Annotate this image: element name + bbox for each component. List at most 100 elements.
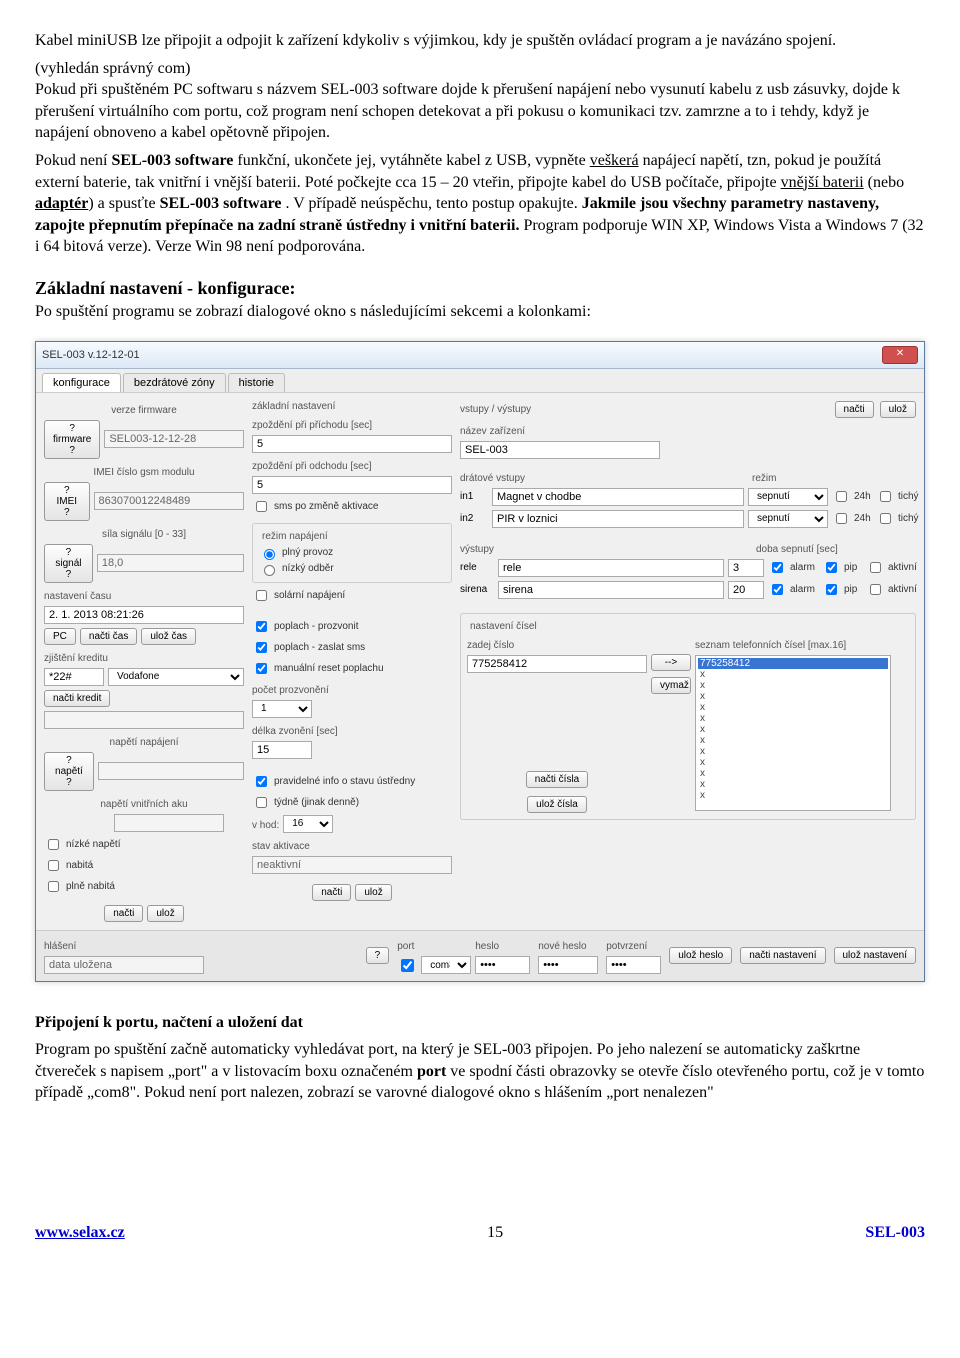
sirena-active-checkbox[interactable]: aktivní (866, 581, 916, 598)
col3-save-button[interactable]: ulož (880, 401, 916, 418)
signal-label: síla signálu [0 - 33] (44, 529, 244, 540)
sirena-field[interactable] (498, 581, 724, 599)
port-select[interactable]: com8 (421, 956, 471, 974)
weekly-checkbox[interactable]: týdně (jinak denně) (252, 794, 452, 811)
hlaseni-label: hlášení (44, 941, 204, 952)
mode-label: režim (752, 473, 832, 484)
add-number-button[interactable]: --> (651, 654, 691, 671)
hour-select[interactable]: 16 (283, 815, 333, 833)
fully-charged-checkbox[interactable]: plně nabitá (44, 878, 244, 895)
in1-mode-select[interactable]: sepnutí (748, 488, 828, 506)
save-password-button[interactable]: ulož heslo (669, 947, 732, 964)
confirm-field[interactable] (606, 956, 661, 974)
read-time-button[interactable]: načti čas (80, 628, 137, 645)
arrival-delay-field[interactable] (252, 435, 452, 453)
charged-checkbox[interactable]: nabitá (44, 857, 244, 874)
rele-field[interactable] (498, 559, 724, 577)
voltage-field (98, 762, 244, 780)
tab-historie[interactable]: historie (228, 373, 285, 392)
bottom-bar: hlášení ? port com8 heslo nové heslo pot… (36, 930, 924, 981)
solar-checkbox[interactable]: solární napájení (252, 587, 452, 604)
sirena-time-field[interactable] (728, 581, 764, 599)
col2-save-button[interactable]: ulož (355, 884, 391, 901)
rings-label: počet prozvonění (252, 685, 452, 696)
departure-delay-label: zpoždění při odchodu [sec] (252, 461, 452, 472)
in2-24h-checkbox[interactable]: 24h (832, 510, 872, 527)
devname-field[interactable] (460, 441, 660, 459)
imei-label: IMEI číslo gsm modulu (44, 467, 244, 478)
sirena-alarm-checkbox[interactable]: alarm (768, 581, 818, 598)
sirena-pip-checkbox[interactable]: pip (822, 581, 862, 598)
in2-mode-select[interactable]: sepnutí (748, 510, 828, 528)
departure-delay-field[interactable] (252, 476, 452, 494)
imei-field (94, 492, 244, 510)
signal-field (97, 554, 244, 572)
power-full-radio[interactable]: plný provoz (259, 546, 445, 560)
newpassword-label: nové heslo (538, 941, 598, 952)
delete-number-button[interactable]: vymaž (651, 677, 691, 694)
col2-read-button[interactable]: načti (312, 884, 351, 901)
read-numbers-button[interactable]: načti čísla (526, 771, 588, 788)
enter-number-field[interactable] (467, 655, 647, 673)
rings-select[interactable]: 1 (252, 700, 312, 718)
manual-reset-checkbox[interactable]: manuální reset poplachu (252, 660, 452, 677)
credit-code-field[interactable] (44, 668, 104, 686)
read-credit-button[interactable]: načti kredit (44, 690, 110, 707)
volt-label: napětí napájení (44, 737, 244, 748)
save-time-button[interactable]: ulož čas (141, 628, 196, 645)
para-1: Kabel miniUSB lze připojit a odpojit k z… (35, 30, 925, 52)
tab-konfigurace[interactable]: konfigurace (42, 373, 121, 392)
col3-read-button[interactable]: načti (835, 401, 874, 418)
password-field[interactable] (475, 956, 530, 974)
conn-text: Program po spuštění začně automaticky vy… (35, 1039, 925, 1104)
in1-24h-checkbox[interactable]: 24h (832, 488, 872, 505)
voltage-button[interactable]: ? napětí ? (44, 752, 94, 791)
col1-save-button[interactable]: ulož (147, 905, 183, 922)
close-icon[interactable]: ✕ (882, 346, 918, 364)
rele-time-field[interactable] (728, 559, 764, 577)
titlebar: SEL-003 v.12-12-01 ✕ (36, 342, 924, 369)
footer-product: SEL-003 (865, 1224, 925, 1242)
port-label: port (397, 941, 467, 952)
sms-checkbox[interactable]: sms po změně aktivace (252, 498, 452, 515)
low-voltage-checkbox[interactable]: nízké napětí (44, 836, 244, 853)
imei-button[interactable]: ? IMEI ? (44, 482, 90, 521)
rele-pip-checkbox[interactable]: pip (822, 559, 862, 576)
in2-field[interactable] (492, 510, 744, 528)
confirm-label: potvrzení (606, 941, 661, 952)
save-numbers-button[interactable]: ulož čísla (527, 796, 587, 813)
signal-button[interactable]: ? signál ? (44, 544, 93, 583)
list-item[interactable]: 775258412 (698, 658, 888, 669)
operator-select[interactable]: Vodafone (108, 668, 244, 686)
col1-read-button[interactable]: načti (104, 905, 143, 922)
numbers-listbox[interactable]: 775258412 xxx xxx xxx xxx (695, 655, 891, 811)
activation-field (252, 856, 452, 874)
help-button[interactable]: ? (366, 947, 390, 964)
rele-label: rele (460, 562, 494, 573)
in2-silent-checkbox[interactable]: tichý (876, 510, 916, 527)
password-label: heslo (475, 941, 530, 952)
in1-field[interactable] (492, 488, 744, 506)
activation-label: stav aktivace (252, 841, 452, 852)
alarm-call-checkbox[interactable]: poplach - prozvonit (252, 618, 452, 635)
port-checkbox[interactable] (401, 959, 414, 972)
in1-silent-checkbox[interactable]: tichý (876, 488, 916, 505)
ringlen-label: délka zvonění [sec] (252, 726, 452, 737)
power-low-radio[interactable]: nízký odběr (259, 562, 445, 576)
firmware-button[interactable]: ? firmware ? (44, 420, 100, 459)
rele-alarm-checkbox[interactable]: alarm (768, 559, 818, 576)
outputs-label: výstupy (460, 544, 752, 555)
reg-info-checkbox[interactable]: pravidelné info o stavu ústředny (252, 773, 452, 790)
read-config-button[interactable]: načti nastavení (740, 947, 825, 964)
pc-button[interactable]: PC (44, 628, 76, 645)
middle-column: základní nastavení zpoždění při příchodu… (252, 401, 452, 922)
arrival-delay-label: zpoždění při příchodu [sec] (252, 420, 452, 431)
time-field[interactable] (44, 606, 244, 624)
tab-bezdratove-zony[interactable]: bezdrátové zóny (123, 373, 226, 392)
newpassword-field[interactable] (538, 956, 598, 974)
save-config-button[interactable]: ulož nastavení (834, 947, 917, 964)
credit-result-field (44, 711, 244, 729)
alarm-sms-checkbox[interactable]: poplach - zaslat sms (252, 639, 452, 656)
ringlen-field[interactable] (252, 741, 312, 759)
rele-active-checkbox[interactable]: aktivní (866, 559, 916, 576)
